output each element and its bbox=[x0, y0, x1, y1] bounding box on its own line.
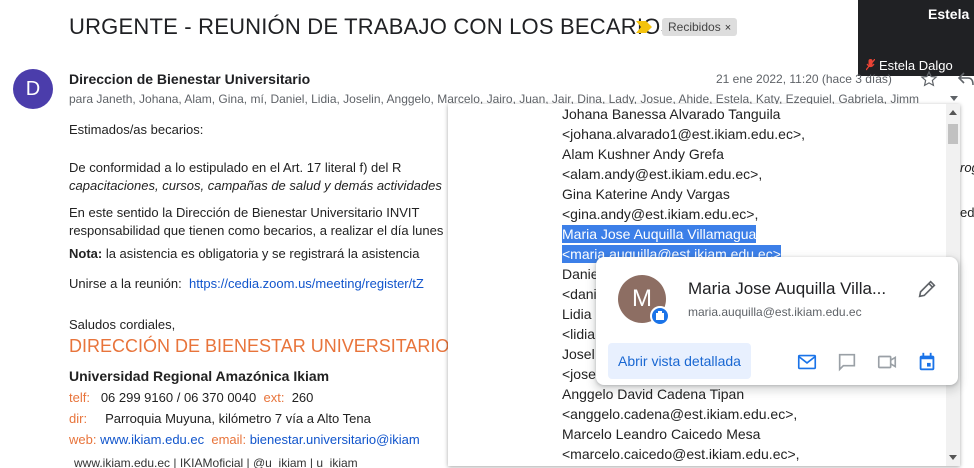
remove-label-icon[interactable]: × bbox=[725, 22, 731, 34]
chat-icon[interactable] bbox=[836, 351, 858, 373]
edit-icon[interactable] bbox=[916, 278, 938, 300]
contact-hover-card: M Maria Jose Auquilla Villa... maria.auq… bbox=[596, 257, 958, 385]
recipient-line: <dani bbox=[562, 286, 597, 302]
phone-value: 06 299 9160 / 06 370 0040 bbox=[100, 390, 257, 405]
scroll-up-icon[interactable] bbox=[949, 110, 957, 115]
phone-label: telf: bbox=[69, 390, 90, 405]
calendar-icon[interactable] bbox=[916, 351, 938, 373]
note-label: Nota: bbox=[69, 246, 103, 261]
body-paragraph-2-line-1-end: ed bbox=[960, 205, 974, 220]
meeting-link[interactable]: https://cedia.zoom.us/meeting/register/t… bbox=[189, 276, 424, 291]
body-paragraph-2-line-1: En este sentido la Dirección de Bienesta… bbox=[69, 205, 420, 220]
recipient-line: Anggelo David Cadena Tipan bbox=[562, 386, 745, 402]
sender-avatar[interactable]: D bbox=[13, 69, 53, 109]
recipient-line: <anggelo.cadena@est.ikiam.edu.ec>, bbox=[562, 406, 798, 422]
footer-twitter[interactable]: @u_ikiam bbox=[253, 456, 307, 468]
signature-footer: www.ikiam.edu.ec | IKIAMoficial | @u_iki… bbox=[74, 456, 358, 468]
open-detailed-view-button[interactable]: Abrir vista detallada bbox=[608, 343, 751, 379]
web-label: web: bbox=[69, 432, 97, 447]
recipient-line: <gina.andy@est.ikiam.edu.ec>, bbox=[562, 206, 759, 222]
signature-phone-row: telf: 06 299 9160 / 06 370 0040 ext: 260 bbox=[69, 390, 313, 405]
inbox-label-chip[interactable]: Recibidos × bbox=[662, 18, 738, 36]
signature-address-row: dir: Parroquia Muyuna, kilómetro 7 vía a… bbox=[69, 411, 371, 426]
address-label: dir: bbox=[69, 411, 88, 426]
star-icon[interactable] bbox=[920, 70, 938, 88]
footer-facebook[interactable]: IKIAMoficial bbox=[180, 456, 243, 468]
email-subject: URGENTE - REUNIÓN DE TRABAJO CON LOS BEC… bbox=[69, 14, 676, 39]
address-value: Parroquia Muyuna, kilómetro 7 vía a Alto… bbox=[105, 411, 371, 426]
recipient-line: <marcelo.caicedo@est.ikiam.edu.ec>, bbox=[562, 446, 800, 462]
recipient-line: Gina Katerine Andy Vargas bbox=[562, 186, 730, 202]
label-arrow-icon bbox=[636, 21, 652, 33]
signature-organization: Universidad Regional Amazónica Ikiam bbox=[69, 368, 330, 384]
inbox-label-text: Recibidos bbox=[668, 20, 721, 34]
email-date: 21 ene 2022, 11:20 (hace 3 días) bbox=[716, 72, 892, 86]
web-link[interactable]: www.ikiam.edu.ec bbox=[100, 432, 204, 447]
recipient-line: <johana.alvarado1@est.ikiam.edu.ec>, bbox=[562, 126, 806, 142]
body-paragraph-2-line-2: responsabilidad que tienen como becarios… bbox=[69, 223, 444, 238]
body-paragraph-1-line-2: capacitaciones, cursos, campañas de salu… bbox=[69, 178, 442, 193]
body-paragraph-1-line-1: De conformidad a lo estipulado en el Art… bbox=[69, 160, 402, 175]
recipient-line: <lidia bbox=[562, 326, 596, 342]
recipient-line: Josel bbox=[562, 346, 595, 362]
footer-web[interactable]: www.ikiam.edu.ec bbox=[74, 456, 170, 468]
note-text: la asistencia es obligatoria y se regist… bbox=[102, 246, 420, 261]
ext-value: 260 bbox=[291, 390, 314, 405]
scroll-thumb[interactable] bbox=[948, 124, 958, 144]
sender-name[interactable]: Direccion de Bienestar Universitario bbox=[69, 71, 310, 87]
recipient-line: <jose bbox=[562, 366, 596, 382]
body-note: Nota: la asistencia es obligatoria y se … bbox=[69, 246, 419, 261]
body-closing: Saludos cordiales, bbox=[69, 317, 176, 332]
recipient-line: <alam.andy@est.ikiam.edu.ec>, bbox=[562, 166, 763, 182]
recipient-line: Alam Kushner Andy Grefa bbox=[562, 146, 724, 162]
participant-caption-text: Estela Dalgo bbox=[879, 58, 953, 73]
footer-instagram[interactable]: u_ikiam bbox=[316, 456, 357, 468]
signature-web-row: web: www.ikiam.edu.ec email: bienestar.u… bbox=[69, 432, 420, 447]
recipient-line: Danie bbox=[562, 266, 599, 282]
muted-mic-icon bbox=[866, 59, 875, 71]
show-details-icon[interactable] bbox=[950, 96, 958, 101]
ext-label: ext: bbox=[263, 390, 285, 405]
participant-caption: Estela Dalgo bbox=[866, 58, 953, 73]
participant-tile-name: Estela bbox=[928, 6, 970, 22]
join-meeting-row: Unirse a la reunión: https://cedia.zoom.… bbox=[69, 276, 424, 291]
recipient-line: Marcelo Leandro Caicedo Mesa bbox=[562, 426, 761, 442]
recipient-line: Lidia bbox=[562, 306, 592, 322]
reply-icon[interactable] bbox=[958, 72, 974, 86]
email-label: email: bbox=[211, 432, 247, 447]
contact-email: maria.auquilla@est.ikiam.edu.ec bbox=[688, 305, 862, 319]
signature-title: DIRECCIÓN DE BIENESTAR UNIVERSITARIO bbox=[69, 336, 450, 356]
scroll-down-icon[interactable] bbox=[949, 455, 957, 460]
contact-name: Maria Jose Auquilla Villa... bbox=[688, 279, 887, 298]
email-link[interactable]: bienestar.universitario@ikiam bbox=[250, 432, 420, 447]
video-call-tile[interactable]: Estela Estela Dalgo bbox=[858, 0, 974, 76]
recipient-line: Johana Banessa Alvarado Tanguila bbox=[562, 106, 781, 122]
recipient-line: Maria Jose Auquilla Villamagua bbox=[562, 225, 757, 243]
mail-icon[interactable] bbox=[796, 351, 818, 373]
body-paragraph-1-line-1-end: rog bbox=[960, 160, 974, 175]
body-greeting: Estimados/as becarios: bbox=[69, 122, 204, 137]
organization-badge-icon bbox=[650, 306, 670, 326]
join-label: Unirse a la reunión: bbox=[69, 276, 182, 291]
video-icon[interactable] bbox=[876, 351, 898, 373]
